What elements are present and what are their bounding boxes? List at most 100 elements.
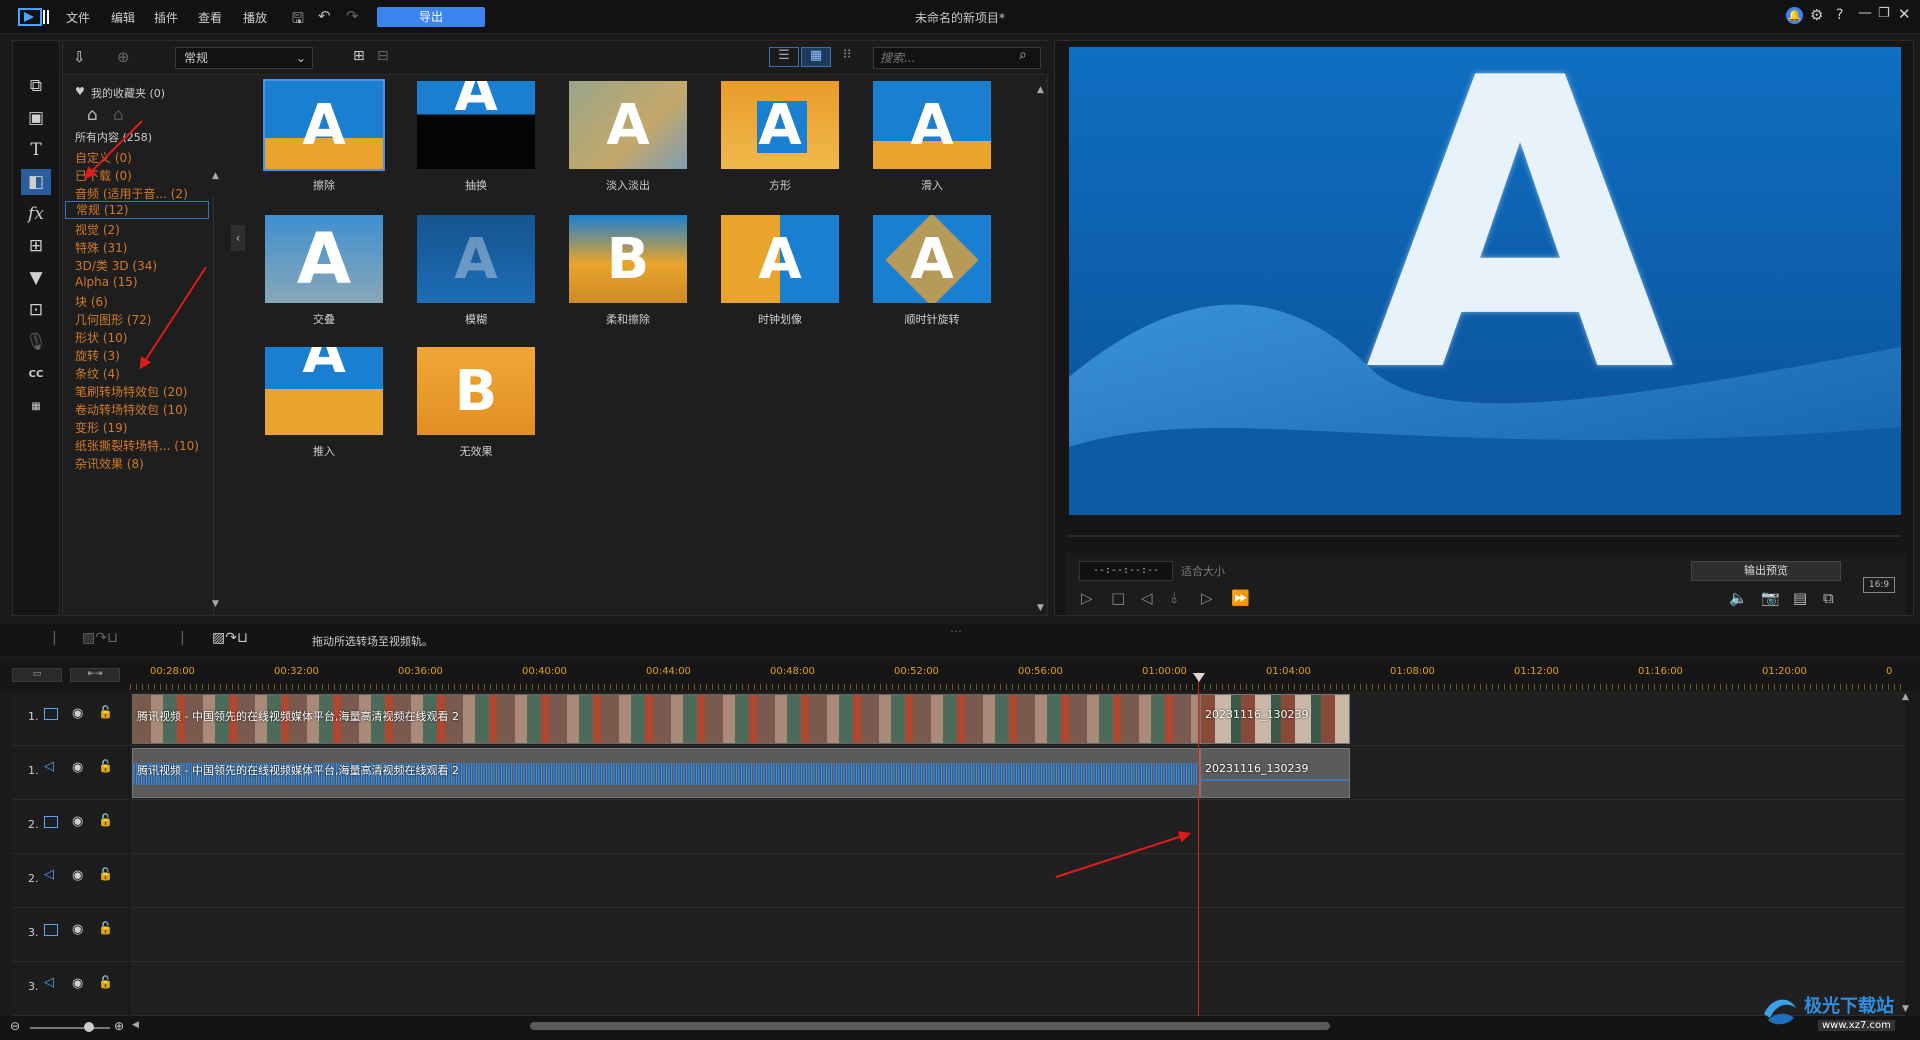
collapse-panel-icon[interactable]: ‹ — [231, 225, 245, 251]
transition-thumbnail[interactable]: A — [719, 79, 841, 171]
previous-frame-icon[interactable]: ◁ — [1141, 589, 1153, 607]
lock-icon[interactable]: 🔓 — [98, 759, 113, 773]
eye-icon[interactable]: ◉ — [72, 814, 83, 829]
all-content-label[interactable]: 所有内容 (258) — [75, 129, 152, 145]
category-item[interactable]: 笔刷转场特效包 (20) — [75, 383, 187, 400]
aspect-ratio-select[interactable]: 16:9 — [1863, 577, 1895, 593]
category-item[interactable]: 音频 (适用于音... (2) — [75, 185, 188, 202]
fx-room-icon[interactable]: fx — [21, 201, 51, 227]
notification-icon[interactable]: 🔔 — [1786, 7, 1803, 24]
overlay-room-icon[interactable]: ⊡ — [21, 297, 51, 323]
help-icon[interactable]: ? — [1836, 7, 1843, 23]
transition-thumbnail[interactable]: A — [719, 213, 841, 305]
play-icon[interactable]: ▷ — [1081, 589, 1093, 607]
category-item-selected[interactable]: 常规 (12) — [65, 201, 209, 219]
stop-icon[interactable]: □ — [1111, 589, 1125, 607]
category-select[interactable]: 常规 ⌄ — [175, 47, 313, 69]
eye-icon[interactable]: ◉ — [72, 706, 83, 721]
media-room-icon[interactable]: ⧉ — [21, 73, 51, 99]
category-item[interactable]: 卷动转场特效包 (10) — [75, 401, 187, 418]
video-room-icon[interactable]: ▣ — [21, 105, 51, 131]
save-icon[interactable]: 🖫 — [292, 8, 304, 32]
category-item[interactable]: 3D/类 3D (34) — [75, 257, 157, 274]
thumb-scroll-up-icon[interactable]: ▲ — [1037, 85, 1044, 95]
apply-transition-icon[interactable]: ▨↷⊔ — [212, 630, 248, 646]
zoom-slider-knob[interactable] — [84, 1022, 94, 1032]
category-scrollbar[interactable] — [213, 195, 221, 615]
transition-thumbnail[interactable]: A — [567, 79, 689, 171]
transition-thumbnail[interactable]: A — [415, 79, 537, 171]
track-lane[interactable]: 腾讯视频 - 中国领先的在线视频媒体平台,海量高清视频在线观看 2 202311… — [130, 692, 1905, 746]
category-item[interactable]: Alpha (15) — [75, 275, 138, 289]
category-item[interactable]: 条纹 (4) — [75, 365, 120, 382]
track-lane[interactable] — [130, 908, 1905, 962]
thumb-scroll-down-icon[interactable]: ▼ — [1037, 603, 1044, 613]
snapshot-icon[interactable]: 📷 — [1761, 589, 1780, 607]
search-input[interactable]: 搜索... — [873, 47, 1041, 69]
undock-icon[interactable]: ⧉ — [1823, 589, 1834, 607]
lock-icon[interactable]: 🔓 — [98, 921, 113, 935]
lock-icon[interactable]: 🔓 — [98, 867, 113, 881]
timeline-ruler[interactable]: ▭ ⇤⇥ 00:28:00 00:32:00 00:36:00 00:40:00… — [0, 662, 1920, 690]
remove-icon[interactable]: ⊟ — [377, 48, 389, 64]
volume-icon[interactable]: 🔈 — [1729, 589, 1748, 607]
video-clip[interactable]: 腾讯视频 - 中国领先的在线视频媒体平台,海量高清视频在线观看 2 — [132, 694, 1200, 744]
transition-thumbnail[interactable]: A — [263, 345, 385, 437]
category-item[interactable]: 几何图形 (72) — [75, 311, 151, 328]
category-item[interactable]: 纸张撕裂转场特... (10) — [75, 437, 199, 454]
resize-handle-icon[interactable]: ⋯ — [950, 624, 962, 638]
category-item[interactable]: 视觉 (2) — [75, 221, 120, 238]
eye-icon[interactable]: ◉ — [72, 760, 83, 775]
next-frame-icon[interactable]: ▷ — [1201, 589, 1213, 607]
transition-room-icon[interactable]: ◧ — [21, 169, 51, 195]
thumbnail-view-icon[interactable]: ▦ — [801, 47, 831, 67]
transition-thumbnail[interactable]: A — [263, 79, 385, 171]
lock-icon[interactable]: 🔓 — [98, 705, 113, 719]
transition-thumbnail[interactable]: B — [567, 213, 689, 305]
zoom-out-icon[interactable]: ⊖ — [10, 1019, 20, 1033]
audio-clip[interactable]: 20231116_130239 — [1200, 748, 1350, 798]
settings-gear-icon[interactable]: ⚙ — [1810, 6, 1823, 24]
menu-view[interactable]: 查看 — [198, 9, 222, 26]
split-icon[interactable]: ⫰ — [1171, 589, 1178, 607]
timeline-scroll-up-icon[interactable]: ▲ — [1902, 692, 1909, 702]
add-to-favorites-icon[interactable]: ⊞ — [353, 48, 365, 64]
timecode-display[interactable]: --:--:--:-- — [1079, 561, 1173, 581]
playhead[interactable] — [1198, 672, 1199, 1017]
apply-to-all-icon[interactable]: ▨↷⊔ — [82, 630, 118, 646]
menu-edit[interactable]: 编辑 — [111, 9, 135, 26]
pip-room-icon[interactable]: ⊞ — [21, 233, 51, 259]
export-button[interactable]: 导出 — [377, 7, 485, 27]
track-lane[interactable]: 腾讯视频 - 中国领先的在线视频媒体平台,海量高清视频在线观看 2 202311… — [130, 746, 1905, 800]
playhead-handle[interactable] — [1193, 673, 1205, 682]
subtitle-icon[interactable]: ▤ — [1793, 589, 1807, 607]
microphone-icon[interactable]: 🎙 — [21, 329, 51, 355]
subtitle-cc-icon[interactable]: CC — [21, 361, 51, 387]
transition-thumbnail[interactable]: A — [415, 213, 537, 305]
download-icon[interactable]: ⊕ — [117, 48, 130, 66]
eye-icon[interactable]: ◉ — [72, 868, 83, 883]
eye-icon[interactable]: ◉ — [72, 922, 83, 937]
zoom-in-icon[interactable]: ⊕ — [114, 1019, 124, 1033]
audio-clip[interactable]: 腾讯视频 - 中国领先的在线视频媒体平台,海量高清视频在线观看 2 — [132, 748, 1200, 798]
output-preview-button[interactable]: 输出预览 — [1691, 561, 1841, 581]
track-lane[interactable] — [130, 962, 1905, 1016]
track-lane[interactable] — [130, 800, 1905, 854]
import-icon[interactable]: ⇩ — [73, 48, 86, 66]
preview-scrubber[interactable] — [1069, 535, 1901, 537]
menu-play[interactable]: 播放 — [243, 9, 267, 26]
scroll-down-icon[interactable]: ▼ — [212, 599, 219, 609]
video-clip[interactable]: 20231116_130239 — [1200, 694, 1350, 744]
close-icon[interactable]: ✕ — [1898, 5, 1911, 23]
favorites-label[interactable]: 我的收藏夹 (0) — [91, 85, 165, 101]
zoom-slider[interactable] — [30, 1027, 110, 1029]
track-lane[interactable] — [130, 854, 1905, 908]
redo-icon[interactable]: ↷ — [346, 7, 359, 25]
lock-icon[interactable]: 🔓 — [98, 975, 113, 989]
scroll-up-icon[interactable]: ▲ — [212, 171, 219, 181]
lock-icon[interactable]: 🔓 — [98, 813, 113, 827]
transition-thumbnail[interactable]: A — [871, 213, 993, 305]
category-item[interactable]: 变形 (19) — [75, 419, 127, 436]
search-icon[interactable]: ⌕ — [1019, 47, 1027, 63]
transition-thumbnail[interactable]: A — [263, 213, 385, 305]
